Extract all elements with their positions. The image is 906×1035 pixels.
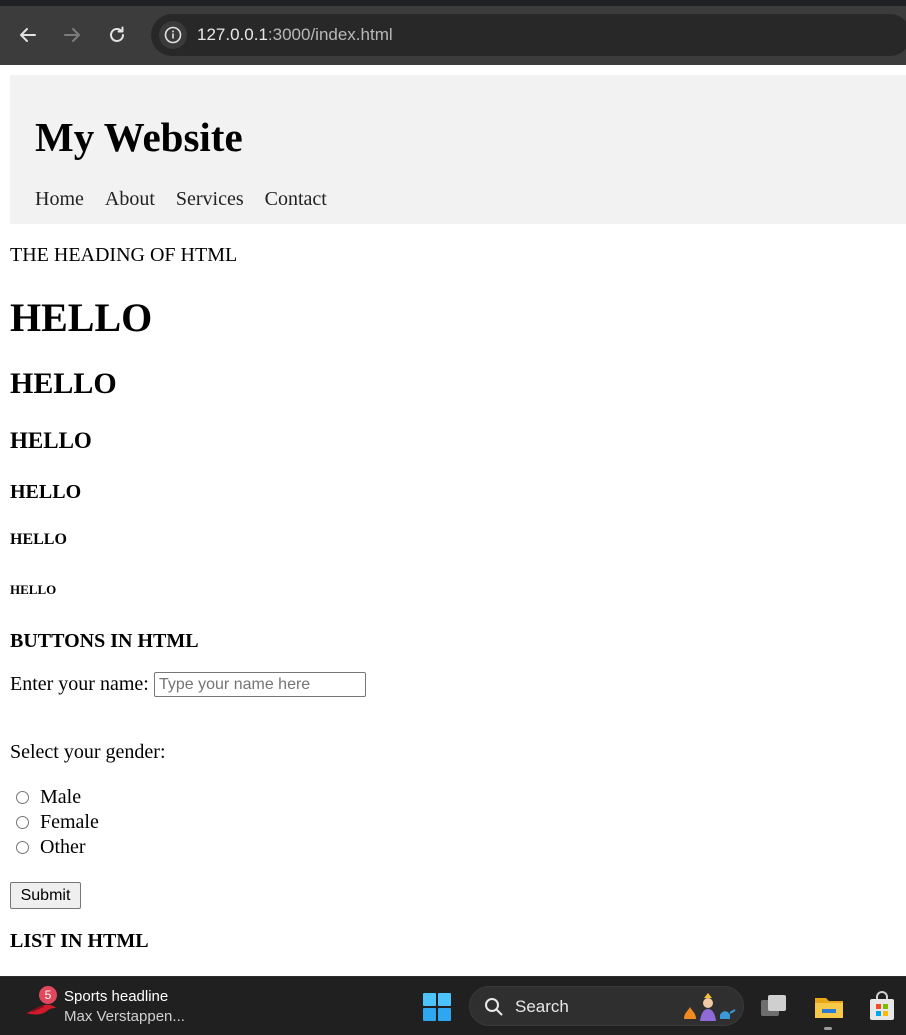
address-bar[interactable]: 127.0.0.1:3000/index.html	[151, 14, 906, 56]
radio-label-female: Female	[40, 811, 99, 833]
heading-h1: HELLO	[10, 295, 153, 340]
radio-male[interactable]	[16, 791, 29, 804]
url-text[interactable]: 127.0.0.1:3000/index.html	[197, 25, 393, 45]
back-button[interactable]	[14, 21, 42, 49]
back-arrow-icon	[20, 28, 36, 42]
intro-text: THE HEADING OF HTML	[10, 244, 238, 266]
gender-option-female[interactable]: Female	[16, 811, 99, 834]
windows-start-icon[interactable]	[422, 992, 452, 1022]
submit-button[interactable]: Submit	[10, 882, 81, 909]
radio-other[interactable]	[16, 841, 29, 854]
news-subtitle: Max Verstappen...	[64, 1008, 185, 1025]
gender-option-other[interactable]: Other	[16, 836, 86, 859]
task-view-icon[interactable]	[758, 991, 790, 1023]
list-heading: LIST IN HTML	[10, 930, 149, 952]
url-path: :3000/index.html	[267, 25, 393, 44]
search-label: Search	[515, 997, 569, 1016]
news-badge: 5	[39, 986, 57, 1004]
gender-label: Select your gender:	[10, 741, 166, 763]
name-input[interactable]	[154, 672, 366, 697]
nav-link-about[interactable]: About	[105, 188, 155, 210]
gender-option-male[interactable]: Male	[16, 786, 81, 809]
site-header: My Website Home About Services Contact	[10, 75, 906, 224]
forward-button[interactable]	[58, 21, 86, 49]
site-title: My Website	[35, 114, 243, 160]
file-explorer-running-indicator	[824, 1027, 832, 1030]
forward-arrow-icon	[64, 28, 80, 42]
reload-button[interactable]	[103, 21, 131, 49]
heading-h5: HELLO	[10, 531, 67, 548]
heading-h2: HELLO	[10, 367, 117, 400]
search-icon	[485, 998, 503, 1016]
radio-female[interactable]	[16, 816, 29, 829]
url-host: 127.0.0.1	[197, 25, 268, 44]
file-explorer-icon[interactable]	[813, 991, 845, 1023]
buttons-heading: BUTTONS IN HTML	[10, 630, 199, 652]
info-icon	[164, 26, 182, 44]
nav-link-services[interactable]: Services	[176, 188, 244, 210]
taskbar: 5 Sports headline Max Verstappen... Sear…	[0, 976, 906, 1035]
site-nav: Home About Services Contact	[35, 188, 348, 211]
site-info-button[interactable]	[159, 21, 187, 49]
news-title: Sports headline	[64, 988, 169, 1005]
radio-label-male: Male	[40, 786, 82, 808]
heading-h6: HELLO	[10, 582, 57, 597]
heading-h4: HELLO	[10, 481, 82, 503]
name-label: Enter your name:	[10, 673, 149, 695]
browser-tab-strip	[0, 0, 906, 6]
reload-icon	[110, 26, 124, 42]
search-highlight-icon	[684, 993, 736, 1021]
nav-link-home[interactable]: Home	[35, 188, 84, 210]
heading-h3: HELLO	[10, 428, 92, 453]
nav-link-contact[interactable]: Contact	[265, 188, 327, 210]
microsoft-store-icon[interactable]	[866, 991, 898, 1023]
page-viewport: My Website Home About Services Contact THE …	[0, 65, 906, 976]
taskbar-search[interactable]: Search	[469, 986, 744, 1026]
radio-label-other: Other	[40, 836, 86, 858]
browser-toolbar: 127.0.0.1:3000/index.html	[0, 0, 906, 65]
